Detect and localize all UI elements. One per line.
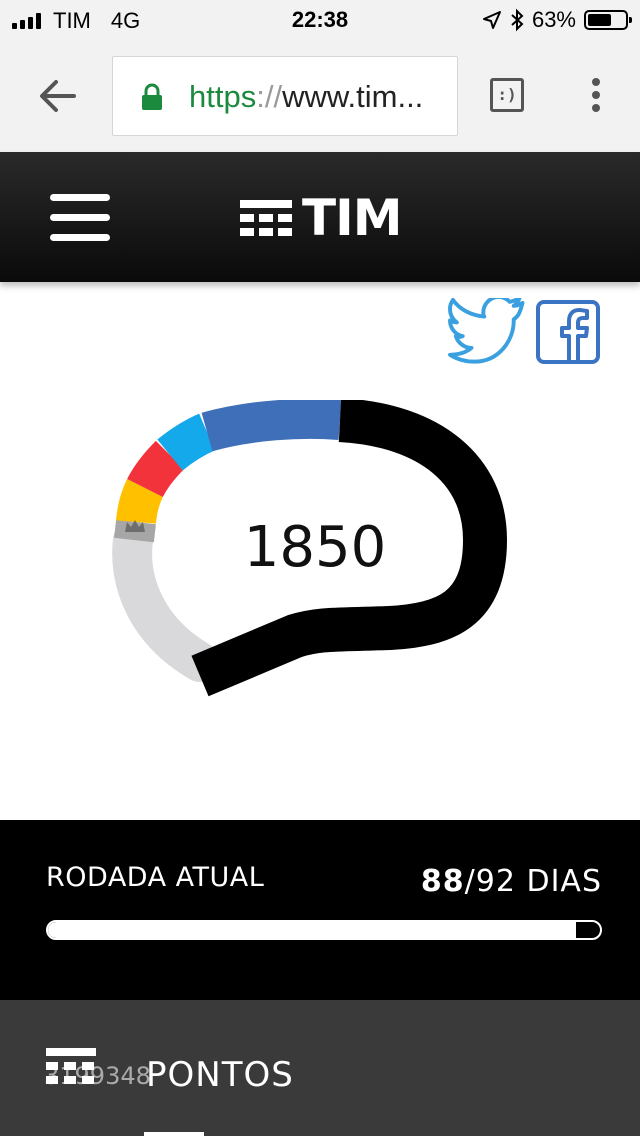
menu-icon[interactable] (50, 194, 110, 242)
gauge-segment-blue (201, 400, 342, 452)
next-item-peek (144, 1126, 204, 1136)
location-arrow-icon (482, 11, 501, 29)
tim-logo[interactable]: TIM (240, 189, 402, 247)
bluetooth-icon (511, 8, 524, 32)
gauge-segment-gray (112, 520, 220, 682)
app-header: TIM (0, 152, 640, 282)
points-label[interactable]: PONTOS (146, 1055, 294, 1095)
browser-toolbar: https://www.tim... :) (0, 40, 640, 152)
twitter-icon[interactable] (448, 298, 526, 364)
round-days: 88/92 DIAS (420, 864, 602, 899)
reader-mode-icon[interactable]: :) (490, 78, 524, 112)
current-round-panel: RODADA ATUAL 88/92 DIAS (0, 820, 640, 1000)
more-options-icon[interactable] (590, 78, 602, 114)
address-bar[interactable]: https://www.tim... (112, 56, 458, 136)
gauge-segment-red (127, 440, 185, 498)
tim-mark-icon (46, 1048, 96, 1092)
back-arrow-icon[interactable] (36, 74, 80, 118)
logo-text: TIM (302, 189, 402, 247)
round-progress-bar (46, 920, 602, 940)
gauge-segment-cyan (157, 413, 216, 471)
tim-logo-mark-icon (240, 196, 292, 240)
lock-icon (142, 83, 162, 110)
points-value: 1850 (243, 515, 387, 580)
status-bar: TIM 4G 22:38 63% (0, 0, 640, 40)
url-text[interactable]: https://www.tim... (189, 77, 449, 117)
facebook-icon[interactable] (536, 300, 600, 364)
gauge-segment-yellow (116, 479, 164, 525)
battery-percent: 63% (531, 7, 576, 32)
round-progress-fill (48, 922, 576, 938)
round-label: RODADA ATUAL (46, 862, 265, 893)
battery-icon (584, 10, 632, 30)
bottom-panel: 3199348 PONTOS (0, 1000, 640, 1136)
